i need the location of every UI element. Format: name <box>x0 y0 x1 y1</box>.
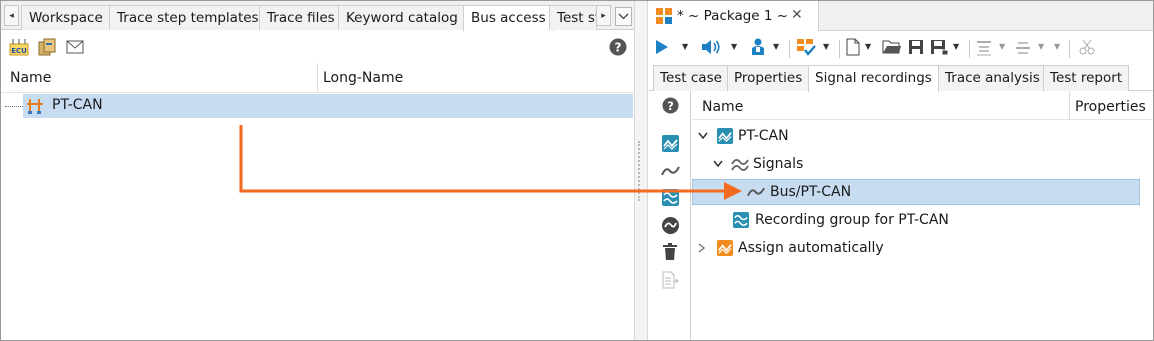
sync-signal-icon[interactable] <box>661 216 680 235</box>
editor-tab[interactable]: * ~ Package 1 ~ ✕ <box>649 1 819 31</box>
signals-icon <box>731 159 749 171</box>
left-tab-bar: ◂ Workspace Trace step templates Trace f… <box>1 1 634 31</box>
speaker-dropdown-icon[interactable]: ▼ <box>731 42 737 51</box>
tree-item-assign-automatically[interactable]: Assign automatically <box>698 236 884 260</box>
tab-test-report[interactable]: Test report <box>1043 65 1130 91</box>
bus-access-panel: ◂ Workspace Trace step templates Trace f… <box>1 1 634 340</box>
save-dropdown-icon[interactable]: ▼ <box>953 42 959 51</box>
align-top-icon[interactable] <box>976 40 992 56</box>
column-long-name-header[interactable]: Long-Name <box>323 70 403 86</box>
tab-trace-analysis[interactable]: Trace analysis <box>938 65 1047 91</box>
help-icon[interactable]: ? <box>662 97 679 114</box>
add-signal-icon[interactable] <box>661 164 680 178</box>
panel-splitter[interactable] <box>634 1 648 340</box>
new-file-icon[interactable] <box>846 38 860 56</box>
tree-item-bus-pt-can[interactable]: Bus/PT-CAN <box>747 180 851 204</box>
toolbar-separator <box>1069 40 1070 58</box>
align-middle-icon[interactable] <box>1015 40 1031 56</box>
assign-auto-icon <box>716 239 734 257</box>
signal-recordings-tree: Name Properties PT-CAN Signals Bus/PT-CA… <box>692 91 1153 340</box>
header-divider <box>692 119 1153 120</box>
chevron-down-icon[interactable] <box>713 160 723 168</box>
tab-scroll-right-button[interactable]: ▸ <box>596 5 611 26</box>
editor-title: * ~ Package 1 ~ <box>677 8 789 24</box>
checklist-icon[interactable] <box>796 38 816 56</box>
tree-item-label: Bus/PT-CAN <box>770 184 852 200</box>
align-top-dropdown-icon[interactable]: ▼ <box>999 42 1005 51</box>
export-icon[interactable] <box>662 271 679 289</box>
tab-signal-recordings[interactable]: Signal recordings <box>808 65 939 92</box>
tab-test-case[interactable]: Test case <box>653 65 729 91</box>
tree-item-label: Signals <box>753 156 804 172</box>
tab-workspace[interactable]: Workspace <box>21 5 111 30</box>
chevron-down-icon[interactable] <box>698 132 708 140</box>
run-icon[interactable] <box>655 39 669 55</box>
package-grid-icon <box>655 7 673 25</box>
toolbar-separator <box>789 40 790 58</box>
open-folder-icon[interactable] <box>882 39 902 55</box>
speaker-icon[interactable] <box>701 39 721 55</box>
person-dropdown-icon[interactable]: ▼ <box>773 42 779 51</box>
tree-item-recording-group[interactable]: Recording group for PT-CAN <box>732 208 949 232</box>
new-file-dropdown-icon[interactable]: ▼ <box>865 42 871 51</box>
toolbar-separator <box>839 40 840 58</box>
svg-text:?: ? <box>615 41 622 55</box>
run-dropdown-icon[interactable]: ▼ <box>682 42 688 51</box>
save-icon[interactable] <box>908 39 924 55</box>
more-dropdown-icon[interactable]: ▼ <box>1054 42 1060 51</box>
recording-group-icon <box>732 211 750 229</box>
tree-item-label: Recording group for PT-CAN <box>755 212 949 228</box>
bus-network-icon <box>26 98 44 115</box>
cut-icon[interactable] <box>1079 39 1095 55</box>
tab-list-dropdown[interactable] <box>615 7 632 26</box>
column-separator[interactable] <box>1069 91 1070 119</box>
signal-recordings-side-toolbar: ? <box>649 91 691 340</box>
tab-keyword-catalog[interactable]: Keyword catalog <box>338 5 466 30</box>
package-icon[interactable] <box>38 38 56 56</box>
chevron-down-icon <box>618 13 629 20</box>
package-editor-panel: * ~ Package 1 ~ ✕ ▼ ▼ ▼ ▼ ▼ ▼ ▼ ▼ ▼ Test… <box>649 1 1153 340</box>
checklist-dropdown-icon[interactable]: ▼ <box>823 42 829 51</box>
mail-icon[interactable] <box>66 40 84 54</box>
column-properties-header[interactable]: Properties <box>1075 99 1146 115</box>
align-middle-dropdown-icon[interactable]: ▼ <box>1038 42 1044 51</box>
delete-icon[interactable] <box>662 243 678 261</box>
person-icon[interactable] <box>750 38 766 56</box>
svg-text:?: ? <box>667 99 674 113</box>
chevron-right-icon[interactable] <box>698 243 706 253</box>
tab-bus-access[interactable]: Bus access <box>463 5 554 31</box>
help-icon[interactable]: ? <box>609 38 627 56</box>
tree-item-label: Assign automatically <box>738 240 884 256</box>
recording-icon <box>716 127 734 145</box>
tab-scroll-left-button[interactable]: ◂ <box>4 5 19 26</box>
table-row[interactable] <box>23 94 633 118</box>
ecu-icon[interactable]: ECU <box>9 38 29 56</box>
splitter-grip <box>638 141 644 201</box>
tree-connector-line <box>5 106 23 107</box>
tab-test-steps[interactable]: Test st <box>549 5 597 30</box>
tree-item-label: PT-CAN <box>738 128 789 144</box>
column-name-header[interactable]: Name <box>702 99 743 115</box>
left-toolbar: ECU ? <box>1 31 634 63</box>
close-icon[interactable]: ✕ <box>791 7 803 23</box>
save-as-icon[interactable] <box>930 39 948 55</box>
editor-title-bar: * ~ Package 1 ~ ✕ <box>649 1 1153 31</box>
editor-toolbar: ▼ ▼ ▼ ▼ ▼ ▼ ▼ ▼ ▼ <box>649 32 1153 62</box>
add-recording-group-icon[interactable] <box>661 188 680 207</box>
signal-icon <box>747 187 765 197</box>
column-name-header[interactable]: Name <box>10 70 51 86</box>
editor-tab-bar: Test case Properties Signal recordings T… <box>649 63 1153 92</box>
column-separator[interactable] <box>317 63 318 93</box>
tree-item-signals[interactable]: Signals <box>713 152 803 176</box>
add-recording-icon[interactable] <box>661 134 680 153</box>
toolbar-separator <box>969 40 970 58</box>
tab-properties[interactable]: Properties <box>727 65 810 91</box>
svg-text:ECU: ECU <box>11 47 27 55</box>
tree-item-pt-can[interactable]: PT-CAN <box>698 124 789 148</box>
tab-trace-step-templates[interactable]: Trace step templates <box>109 5 267 30</box>
tab-trace-files[interactable]: Trace files <box>259 5 343 30</box>
row-name-pt-can: PT-CAN <box>52 97 103 113</box>
